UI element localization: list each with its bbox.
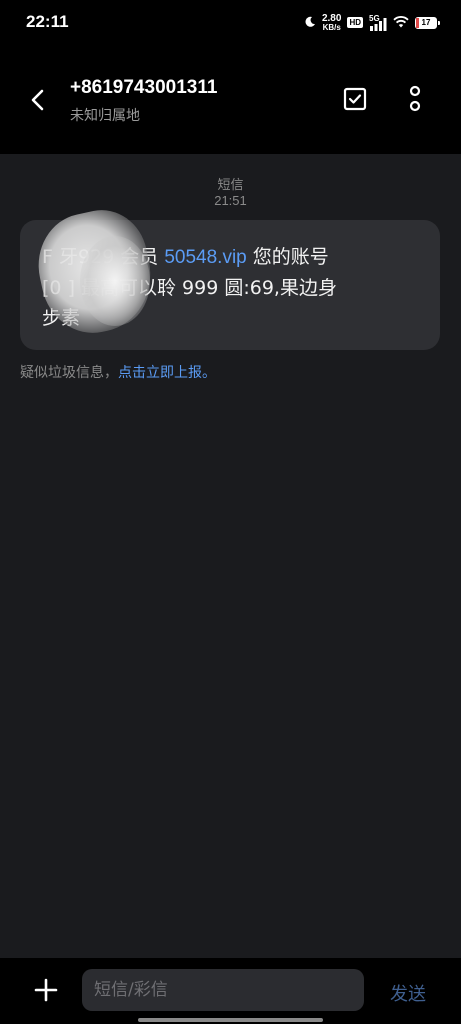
status-icons: 2.80 KB/s HD 5G 17 xyxy=(304,12,440,32)
message-type-label: 短信 xyxy=(217,178,244,193)
more-vertical-icon xyxy=(409,85,421,112)
message-link[interactable]: 50548.vip xyxy=(164,247,246,268)
conversation-header: +8619743001311 未知归属地 xyxy=(0,50,461,154)
battery-fill xyxy=(416,17,420,28)
speed-value: 2.80 xyxy=(321,12,342,24)
select-messages-button[interactable] xyxy=(340,84,370,114)
spam-hint-text: 疑似垃圾信息， xyxy=(20,365,118,381)
contact-number: +8619743001311 xyxy=(70,77,218,98)
more-options-button[interactable] xyxy=(400,84,430,114)
message-text: 您的账号 xyxy=(252,246,329,268)
home-indicator[interactable] xyxy=(138,1018,323,1022)
moon-icon xyxy=(304,13,316,32)
plus-icon xyxy=(34,978,58,1002)
send-button[interactable]: 发送 xyxy=(390,980,426,1006)
spam-hint: 疑似垃圾信息，点击立即上报。 xyxy=(20,362,216,382)
hd-icon: HD xyxy=(347,17,363,28)
checkbox-icon xyxy=(343,87,367,111)
message-input[interactable] xyxy=(82,969,364,1011)
battery-icon: 17 xyxy=(415,16,440,29)
back-arrow-icon xyxy=(31,89,44,111)
wifi-icon xyxy=(393,13,409,32)
network-speed: 2.80 KB/s xyxy=(321,12,342,32)
battery-level: 17 xyxy=(421,18,431,27)
speed-unit: KB/s xyxy=(322,22,341,32)
signal-5g-icon: 5G xyxy=(369,13,387,31)
report-spam-link[interactable]: 点击立即上报。 xyxy=(118,365,216,381)
back-button[interactable] xyxy=(20,82,56,118)
redaction-scribble xyxy=(80,236,150,326)
message-timestamp: 21:51 xyxy=(214,193,247,208)
add-attachment-button[interactable] xyxy=(28,972,64,1008)
contact-location: 未知归属地 xyxy=(70,108,140,124)
network-label: 5G xyxy=(369,13,380,23)
status-time: 22:11 xyxy=(26,12,69,31)
status-bar: 22:11 2.80 KB/s HD 5G 17 xyxy=(0,0,461,50)
composer-bar: 发送 xyxy=(0,958,461,1024)
